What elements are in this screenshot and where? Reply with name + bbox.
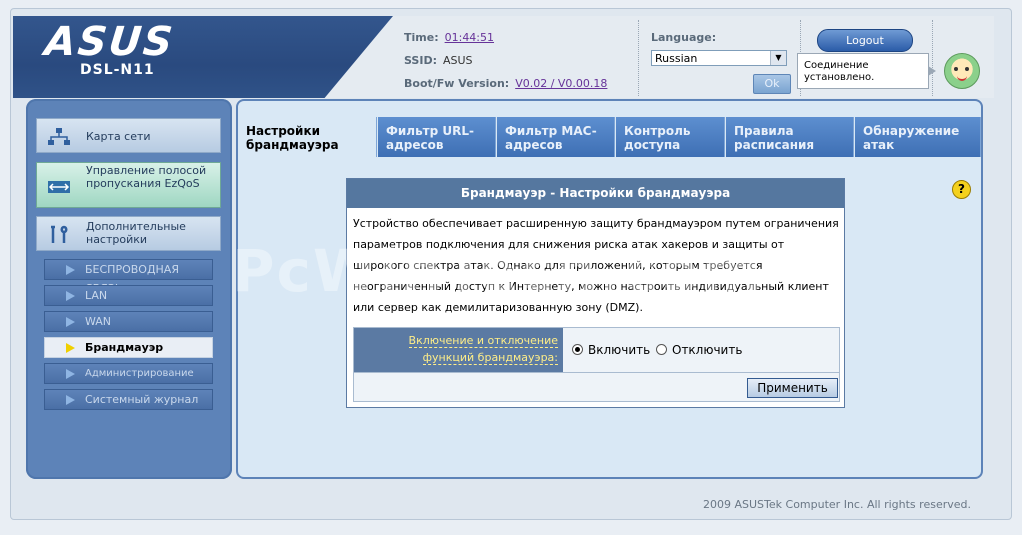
sidebar-item-label: Администрирование — [85, 368, 194, 379]
logout-button[interactable]: Logout — [817, 29, 913, 52]
sidebar-item-label: Системный журнал — [85, 393, 199, 406]
time-link[interactable]: 01:44:51 — [445, 31, 494, 44]
radio-disable[interactable]: Отключить — [656, 343, 742, 357]
sidebar-item-label: Управление полосой пропускания EzQoS — [86, 164, 207, 190]
sidebar-item-wan[interactable]: WAN — [44, 311, 213, 332]
ssid-label: SSID: — [404, 54, 437, 67]
language-ok-button[interactable]: Ok — [753, 74, 791, 94]
sidebar-item-firewall[interactable]: Брандмауэр — [44, 337, 213, 358]
header-divider — [638, 20, 639, 96]
sidebar-item-label: WAN — [85, 315, 112, 328]
radio-selected-icon[interactable] — [572, 344, 583, 355]
language-selected: Russian — [655, 52, 698, 65]
panel-description: Устройство обеспечивает расширенную защи… — [353, 217, 839, 314]
triangle-right-icon — [66, 317, 75, 327]
sidebar-item-administration[interactable]: Администрирование — [44, 363, 213, 384]
mascot-avatar-icon — [944, 53, 980, 89]
time-info: Time: 01:44:51 — [404, 31, 494, 44]
tools-icon — [51, 225, 68, 243]
sidebar-item-system-log[interactable]: Системный журнал — [44, 389, 213, 410]
sidebar-item-label: Брандмауэр — [85, 341, 164, 354]
sidebar-item-wireless[interactable]: БЕСПРОВОДНАЯ СВЯЗЬ — [44, 259, 213, 295]
sidebar-item-advanced-settings[interactable]: Дополнительные настройки — [36, 216, 221, 251]
ssid-info: SSID: ASUS — [404, 54, 473, 67]
sidebar-item-lan[interactable]: LAN — [44, 285, 213, 306]
chevron-down-icon[interactable]: ▼ — [770, 51, 786, 65]
firewall-settings-box: Брандмауэр - Настройки брандмауэра Устро… — [346, 178, 845, 408]
header-divider — [932, 20, 933, 96]
triangle-right-icon — [66, 291, 75, 301]
tab-attack-detection[interactable]: Обнаружение атак — [855, 117, 981, 157]
sidebar-item-label: LAN — [85, 289, 108, 302]
sidebar-item-label: Карта сети — [86, 130, 151, 143]
sidebar-item-ezqos[interactable]: Управление полосой пропускания EzQoS — [36, 162, 221, 208]
triangle-right-icon — [66, 343, 75, 353]
firewall-toggle-label: Включение и отключение функций брандмауэ… — [354, 328, 563, 372]
tab-schedule-rules[interactable]: Правила расписания — [726, 117, 854, 157]
tab-firewall-settings[interactable]: Настройки брандмауэра — [238, 117, 377, 157]
connection-status-bubble: Соединение установлено. — [797, 53, 936, 89]
time-label: Time: — [404, 31, 439, 44]
radio-unselected-icon[interactable] — [656, 344, 667, 355]
sidebar-item-label: Дополнительные настройки — [86, 220, 186, 246]
radio-disable-label: Отключить — [672, 343, 743, 357]
ssid-value: ASUS — [442, 54, 473, 67]
language-label: Language: — [651, 31, 717, 44]
tab-mac-filter[interactable]: Фильтр MAC-адресов — [497, 117, 615, 157]
model-name: DSL-N11 — [80, 62, 155, 78]
apply-row: Применить — [353, 373, 840, 402]
radio-enable-label: Включить — [588, 343, 651, 357]
asus-logo: ASUS — [42, 19, 177, 65]
network-map-icon — [48, 128, 70, 145]
language-select[interactable]: Russian ▼ — [651, 50, 787, 66]
firmware-link[interactable]: V0.02 / V0.00.18 — [515, 77, 607, 90]
triangle-right-icon — [66, 369, 75, 379]
firewall-toggle-label-text: Включение и отключение функций брандмауэ… — [408, 334, 558, 365]
firewall-toggle-row: Включение и отключение функций брандмауэ… — [353, 327, 840, 373]
help-icon[interactable]: ? — [952, 180, 971, 199]
triangle-right-icon — [66, 265, 75, 275]
firmware-label: Boot/Fw Version: — [404, 77, 510, 90]
copyright-footer: 2009 ASUSTek Computer Inc. All rights re… — [703, 498, 971, 511]
sidebar-item-network-map[interactable]: Карта сети — [36, 118, 221, 153]
panel-title: Брандмауэр - Настройки брандмауэра — [347, 179, 844, 208]
tab-access-control[interactable]: Контроль доступа — [616, 117, 725, 157]
tab-url-filter[interactable]: Фильтр URL-адресов — [378, 117, 496, 157]
radio-enable[interactable]: Включить — [572, 343, 650, 357]
triangle-right-icon — [66, 395, 75, 405]
ezqos-icon — [48, 181, 70, 193]
firmware-info: Boot/Fw Version: V0.02 / V0.00.18 — [404, 77, 607, 90]
apply-button[interactable]: Применить — [747, 378, 838, 398]
